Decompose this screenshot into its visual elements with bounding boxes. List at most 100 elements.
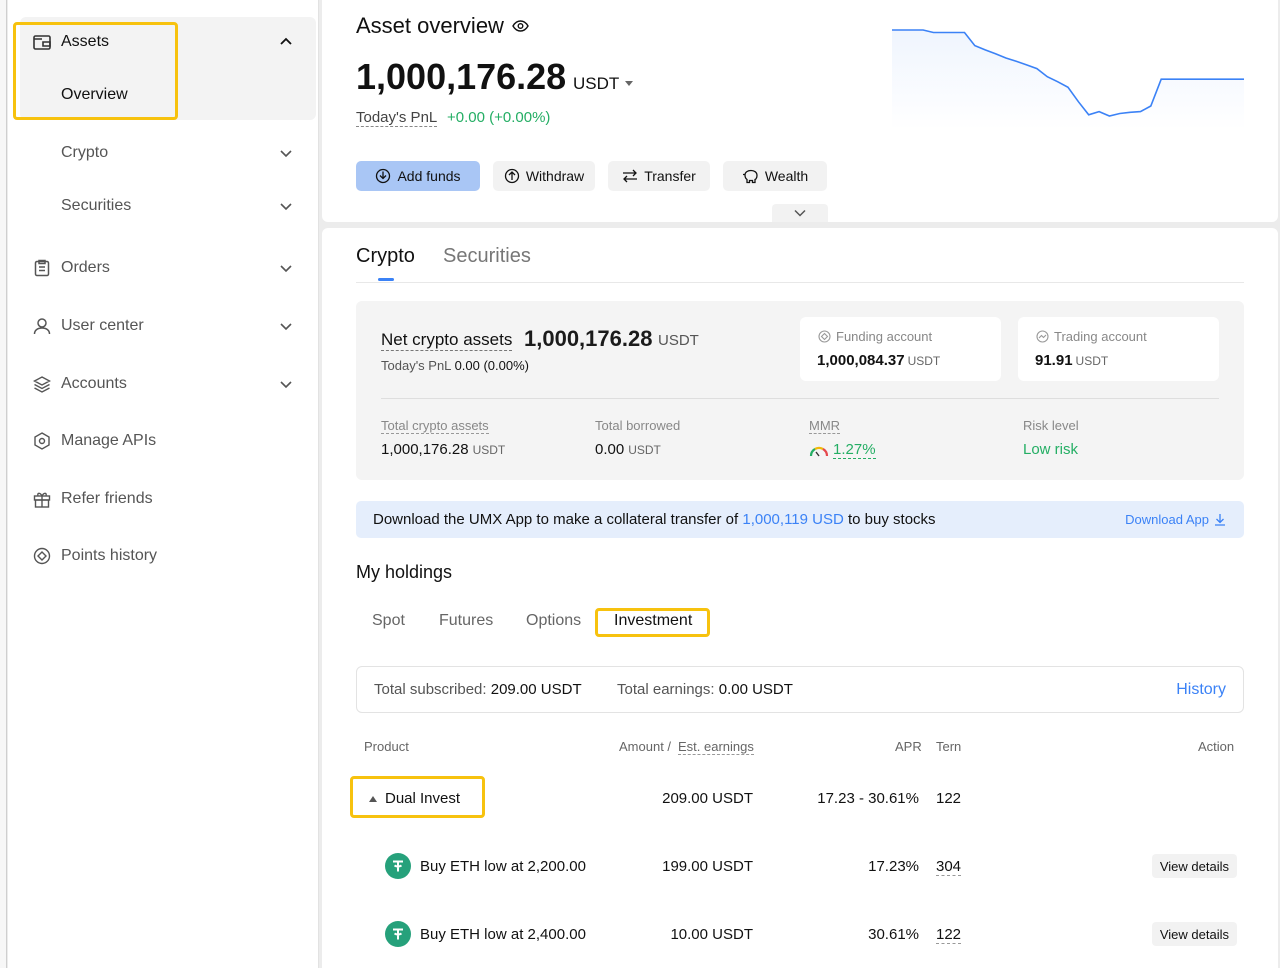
- trading-icon: [1036, 330, 1049, 343]
- mmr-value: 1.27%: [833, 441, 876, 459]
- product-apr: 17.23%: [868, 858, 919, 875]
- crypto-assets-panel: Crypto Securities Net crypto assets 1,00…: [322, 228, 1278, 968]
- button-label: Add funds: [397, 168, 461, 184]
- withdraw-button[interactable]: Withdraw: [493, 161, 595, 191]
- sidebar-item-label: Refer friends: [61, 490, 153, 507]
- deposit-icon: [376, 168, 391, 184]
- wealth-button[interactable]: Wealth: [723, 161, 827, 191]
- user-icon: [32, 316, 52, 336]
- banner-text: Download the UMX App to make a collatera…: [373, 511, 936, 528]
- caret-down-icon: [625, 81, 634, 86]
- sidebar-item-label: Crypto: [61, 144, 109, 161]
- sidebar-item-accounts[interactable]: Accounts: [8, 364, 319, 404]
- clipboard-icon: [32, 258, 52, 278]
- asset-overview-panel: Asset overview 1,000,176.28 USDT Today's…: [322, 0, 1278, 222]
- sidebar-item-manage-apis[interactable]: Manage APIs: [8, 421, 319, 461]
- total-subscribed: Total subscribed: 209.00 USDT: [374, 681, 582, 698]
- withdraw-icon: [504, 168, 519, 184]
- banner-prefix: Download the UMX App to make a collatera…: [373, 511, 739, 528]
- product-amount: 199.00 USDT: [662, 858, 753, 875]
- product-term: 122: [936, 926, 962, 944]
- holdings-tab-spot[interactable]: Spot: [372, 612, 405, 630]
- trading-account-value-wrap: 91.91 USDT: [1035, 352, 1108, 369]
- column-header-action: Action: [1198, 739, 1235, 754]
- transfer-icon: [623, 169, 638, 183]
- sidebar-item-crypto[interactable]: Crypto: [8, 133, 319, 173]
- product-term: 304: [936, 858, 962, 876]
- funding-account-value-wrap: 1,000,084.37 USDT: [817, 352, 940, 369]
- balance-sparkline: [892, 29, 1244, 130]
- net-pnl-value: 0.00 (0.00%): [454, 358, 529, 373]
- transfer-button[interactable]: Transfer: [608, 161, 710, 191]
- funding-account-value: 1,000,084.37: [817, 352, 905, 369]
- sidebar-item-orders[interactable]: Orders: [8, 248, 319, 288]
- chevron-down-icon: [280, 323, 292, 331]
- total-crypto-assets: 1,000,176.28 USDT: [381, 441, 505, 458]
- banner-amount: 1,000,119 USD: [742, 511, 844, 528]
- product-name: Buy ETH low at 2,200.00: [420, 858, 586, 875]
- sidebar-item-user-center[interactable]: User center: [8, 306, 319, 346]
- tether-coin-icon: [385, 853, 411, 879]
- tab-securities[interactable]: Securities: [443, 245, 531, 268]
- sidebar-item-label: Securities: [61, 197, 132, 214]
- total-crypto-assets-unit: USDT: [472, 442, 506, 457]
- holdings-title: My holdings: [356, 562, 453, 582]
- page-title: Asset overview: [356, 13, 529, 39]
- sidebar-item-points-history[interactable]: Points history: [8, 536, 319, 576]
- view-details-button[interactable]: View details: [1151, 854, 1237, 878]
- net-pnl: Today's PnL 0.00 (0.00%): [381, 358, 529, 373]
- trading-account-card[interactable]: Trading account 91.91 USDT: [1018, 317, 1219, 381]
- view-details-button[interactable]: View details: [1151, 922, 1237, 946]
- product-name: Buy ETH low at 2,400.00: [420, 926, 586, 943]
- button-label: Transfer: [644, 168, 696, 184]
- sidebar-item-refer-friends[interactable]: Refer friends: [8, 479, 319, 519]
- download-app-link[interactable]: Download App: [1125, 512, 1226, 527]
- download-app-banner: Download the UMX App to make a collatera…: [356, 501, 1244, 538]
- total-earnings-label: Total earnings:: [617, 681, 715, 698]
- eye-icon[interactable]: [512, 20, 529, 32]
- sidebar-item-label: Manage APIs: [61, 432, 157, 449]
- column-header-est-earnings: Est. earnings: [678, 739, 754, 755]
- expand-toggle[interactable]: [772, 204, 828, 222]
- chevron-down-icon: [794, 209, 806, 217]
- net-assets-label: Net crypto assets: [381, 330, 513, 351]
- tab-divider: [356, 282, 1244, 283]
- total-borrowed-label: Total borrowed: [595, 418, 681, 433]
- trading-account-unit: USDT: [1075, 354, 1109, 368]
- column-header-term: Tern: [936, 739, 962, 754]
- group-amount: 209.00 USDT: [662, 790, 753, 807]
- highlight-box: [350, 776, 485, 818]
- holdings-tab-options[interactable]: Options: [526, 612, 581, 630]
- total-asset-value: 1,000,176.28: [356, 56, 567, 97]
- net-assets-summary: Net crypto assets 1,000,176.28 USDT Toda…: [356, 301, 1244, 480]
- sidebar: Assets Overview Crypto Securities Orders…: [8, 0, 319, 968]
- total-crypto-assets-value: 1,000,176.28: [381, 441, 469, 458]
- add-funds-button[interactable]: Add funds: [356, 161, 480, 191]
- piggy-bank-icon: [742, 169, 758, 183]
- currency-selector[interactable]: USDT: [573, 74, 634, 94]
- funding-account-label: Funding account: [836, 329, 933, 344]
- highlight-box: [595, 608, 710, 637]
- funding-icon: [818, 330, 831, 343]
- history-link[interactable]: History: [1176, 681, 1226, 699]
- chevron-down-icon: [280, 381, 292, 389]
- total-crypto-assets-label: Total crypto assets: [381, 418, 489, 434]
- sidebar-item-label: Orders: [61, 259, 110, 276]
- holdings-tab-futures[interactable]: Futures: [439, 612, 493, 630]
- sidebar-item-label: User center: [61, 317, 144, 334]
- funding-account-card[interactable]: Funding account 1,000,084.37 USDT: [800, 317, 1001, 381]
- pnl-value: +0.00 (+0.00%): [447, 109, 551, 126]
- sidebar-item-securities[interactable]: Securities: [8, 186, 319, 226]
- total-subscribed-value: 209.00 USDT: [490, 681, 582, 698]
- net-assets-unit: USDT: [658, 332, 699, 349]
- sidebar-item-label: Points history: [61, 547, 158, 564]
- chevron-up-icon: [280, 37, 292, 45]
- pnl-label: Today's PnL: [356, 109, 438, 127]
- tab-crypto[interactable]: Crypto: [356, 245, 415, 268]
- risk-level-value: Low risk: [1023, 441, 1079, 458]
- chevron-down-icon: [280, 203, 292, 211]
- download-icon: [1215, 514, 1225, 526]
- trading-account-label: Trading account: [1054, 329, 1147, 344]
- trading-account-value: 91.91: [1035, 352, 1073, 369]
- sidebar-item-label: Accounts: [61, 375, 127, 392]
